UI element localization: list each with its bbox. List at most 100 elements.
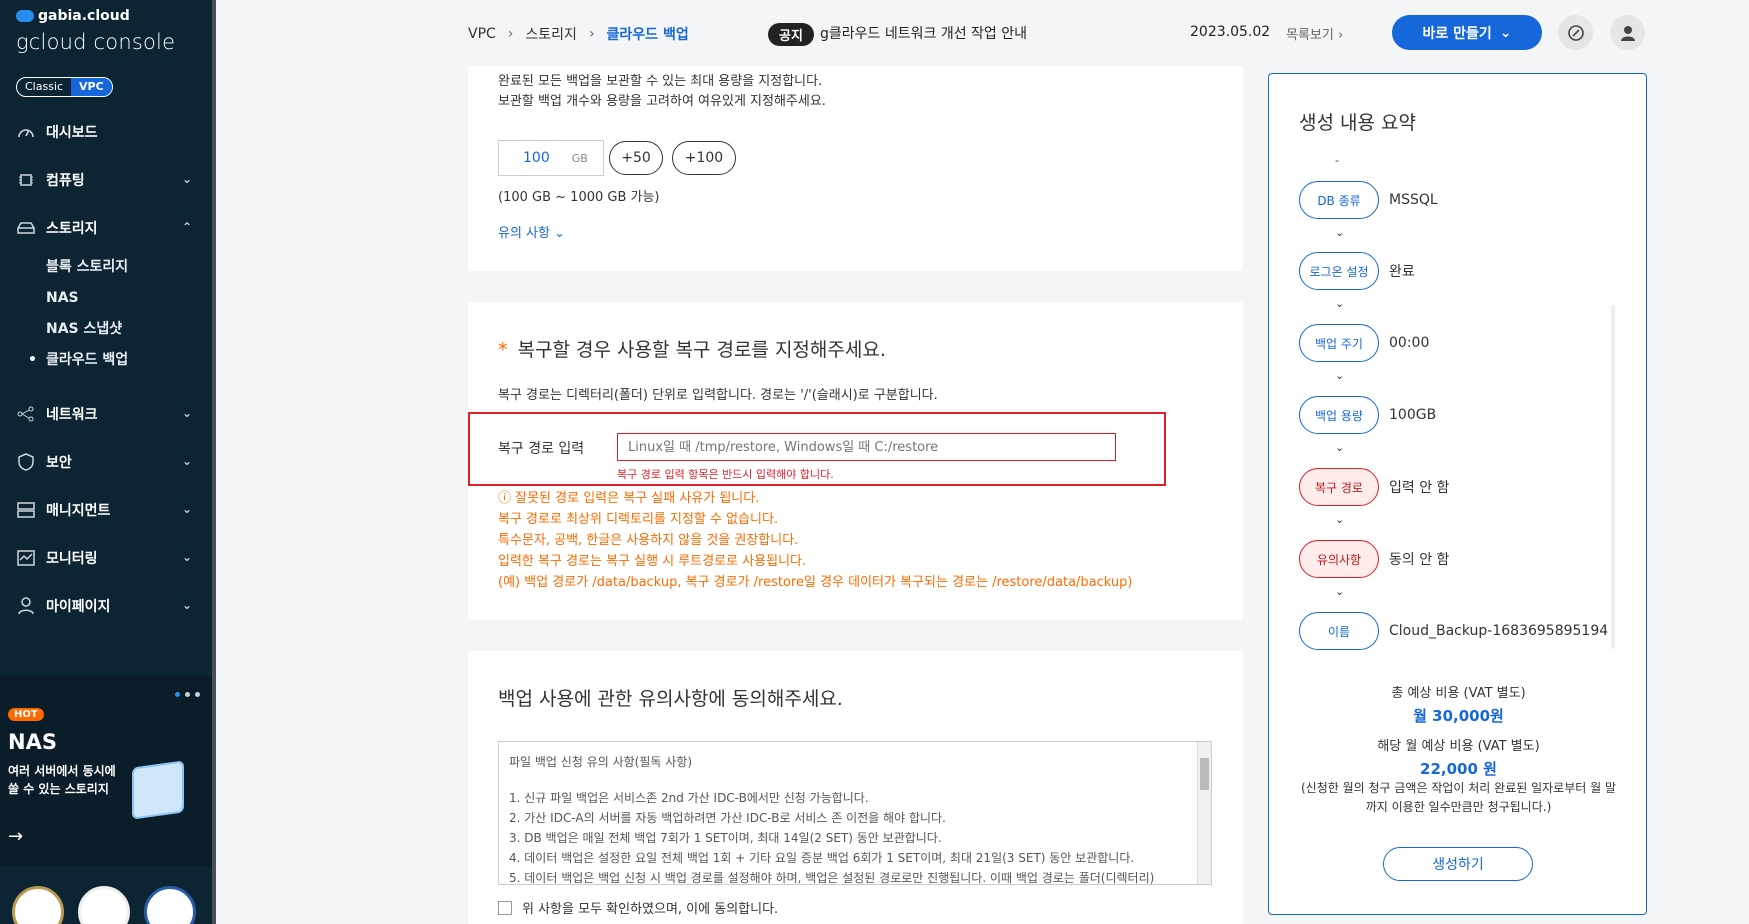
sidebar-item-security[interactable]: 보안 ⌄ xyxy=(0,438,212,486)
summary-chip[interactable]: 유의사항 xyxy=(1299,540,1379,578)
sidebar-item-mypage[interactable]: 마이페이지 ⌄ xyxy=(0,582,212,630)
chevron-down-icon: ⌄ xyxy=(181,502,192,516)
capacity-input[interactable]: 100 GB xyxy=(498,140,604,176)
sidebar-item-label: 컴퓨팅 xyxy=(46,173,85,189)
summary-value: 입력 안 함 xyxy=(1389,480,1450,496)
summary-row-restore-path: 복구 경로 입력 안 함 xyxy=(1299,468,1449,506)
terms-agree[interactable]: 위 사항을 모두 확인하였으며, 이에 동의합니다. xyxy=(498,898,778,917)
notice-list-link[interactable]: 목록보기 › xyxy=(1286,24,1343,43)
promo-banner[interactable]: HOT NAS 여러 서버에서 동시에 쓸 수 있는 스토리지 → xyxy=(0,676,212,866)
sidebar-sub-block-storage[interactable]: 블록 스토리지 xyxy=(0,252,212,283)
network-icon xyxy=(16,405,36,423)
sidebar-item-computing[interactable]: 컴퓨팅 ⌄ xyxy=(0,156,212,204)
cert-badge-icon xyxy=(12,886,64,924)
cost-note-text: (신청한 월의 청구 금액은 작업이 처리 완료된 일자로부터 월 말까지 이용… xyxy=(1300,781,1616,814)
breadcrumb-vpc[interactable]: VPC xyxy=(468,26,496,42)
breadcrumb-sep-icon: › xyxy=(507,26,514,42)
user-icon xyxy=(16,597,36,615)
sidebar-item-label: 대시보드 xyxy=(46,125,98,141)
management-icon xyxy=(16,501,36,519)
summary-row-db-type: DB 종류 MSSQL xyxy=(1299,181,1438,219)
chevron-down-icon: ⌄ xyxy=(1335,369,1345,382)
chevron-down-icon: ⌄ xyxy=(181,172,192,186)
dashboard-icon xyxy=(16,123,36,141)
profile-button[interactable] xyxy=(1610,15,1645,50)
terms-line: 1. 신규 파일 백업은 서비스존 2nd 가산 IDC-B에서만 신청 가능합… xyxy=(509,791,869,805)
chevron-down-icon: ⌄ xyxy=(1335,226,1345,239)
restore-path-input[interactable] xyxy=(617,433,1116,461)
sidebar-item-label: 매니지먼트 xyxy=(46,503,111,519)
chat-button[interactable] xyxy=(1558,15,1593,50)
notice-text[interactable]: g클라우드 네트워크 개선 작업 안내 xyxy=(820,23,1027,43)
capacity-card: 완료된 모든 백업을 보관할 수 있는 최대 용량을 지정합니다. 보관할 백업… xyxy=(468,66,1243,271)
mode-vpc[interactable]: VPC xyxy=(71,78,112,96)
create-button[interactable]: 생성하기 xyxy=(1383,847,1533,881)
restore-title-text: 복구할 경우 사용할 복구 경로를 지정해주세요. xyxy=(517,339,886,361)
agree-checkbox[interactable] xyxy=(498,900,512,915)
sidebar-item-management[interactable]: 매니지먼트 ⌄ xyxy=(0,486,212,534)
summary-value: 완료 xyxy=(1389,264,1415,280)
sidebar-sub-nas[interactable]: NAS xyxy=(0,283,212,314)
summary-panel: 생성 내용 요약 - DB 종류 MSSQL ⌄ 로그온 설정 완료 ⌄ 백업 … xyxy=(1268,73,1647,915)
sidebar-item-label: 마이페이지 xyxy=(46,599,111,615)
csap-badge-icon xyxy=(144,886,196,924)
chevron-down-icon: ⌄ xyxy=(1335,441,1345,454)
capacity-notes-link[interactable]: 유의 사항 ⌄ xyxy=(498,222,565,241)
summary-chip[interactable]: 복구 경로 xyxy=(1299,468,1379,506)
brand-small: gabia.cloud xyxy=(38,8,130,24)
quick-create-label: 바로 만들기 xyxy=(1422,25,1492,42)
summary-scrollbar[interactable] xyxy=(1611,305,1615,649)
arrow-right-icon[interactable]: → xyxy=(8,826,23,847)
scroll-thumb[interactable] xyxy=(1200,758,1209,790)
add-50-button[interactable]: +50 xyxy=(609,141,663,175)
summary-row-terms: 유의사항 동의 안 함 xyxy=(1299,540,1449,578)
sidebar-item-storage[interactable]: 스토리지 ⌃ xyxy=(0,204,212,252)
restore-path-label: 복구 경로 입력 xyxy=(498,441,585,457)
chevron-down-icon: ⌄ xyxy=(181,550,192,564)
breadcrumb-storage[interactable]: 스토리지 xyxy=(525,24,577,44)
sidebar-sub-nas-snapshot[interactable]: NAS 스냅샷 xyxy=(0,314,212,345)
sidebar-item-network[interactable]: 네트워크 ⌄ xyxy=(0,390,212,438)
warning-line: 복구 경로로 최상위 디렉토리를 지정할 수 없습니다. xyxy=(498,512,779,527)
sidebar-scrollbar[interactable] xyxy=(212,0,216,924)
summary-chip[interactable]: 이름 xyxy=(1299,612,1379,650)
sidebar-sub-cloud-backup[interactable]: 클라우드 백업 xyxy=(0,345,212,376)
terms-line: 5. 데이터 백업은 백업 신청 시 백업 경로를 설정해야 하며, 백업은 설… xyxy=(509,871,1155,885)
required-mark: * xyxy=(498,339,508,361)
total-cost: 총 예상 비용 (VAT 별도) 월 30,000원 xyxy=(1269,682,1648,726)
summary-chip[interactable]: 백업 주기 xyxy=(1299,324,1379,362)
warning-line: 입력한 복구 경로는 복구 실행 시 루트경로로 사용됩니다. xyxy=(498,554,807,569)
carousel-dot[interactable] xyxy=(195,692,200,697)
promo-desc: 여러 서버에서 동시에 쓸 수 있는 스토리지 xyxy=(8,764,116,796)
brand-logo[interactable]: gabia.cloud xyxy=(16,8,130,24)
brand-title[interactable]: gcloud console xyxy=(16,30,175,54)
mode-classic[interactable]: Classic xyxy=(17,78,71,96)
terms-card: 백업 사용에 관한 유의사항에 동의해주세요. 파일 백업 신청 유의 사항(필… xyxy=(468,651,1243,924)
carousel-dot[interactable] xyxy=(175,692,180,697)
breadcrumb: VPC › 스토리지 › 클라우드 백업 xyxy=(468,24,689,44)
cloud-service-badge-icon xyxy=(78,886,130,924)
monitor-icon xyxy=(16,549,36,567)
notice-tag: 공지 xyxy=(768,23,814,46)
terms-scrollbar[interactable] xyxy=(1197,742,1211,884)
mode-toggle: Classic VPC xyxy=(16,77,113,97)
capacity-value: 100 xyxy=(523,150,550,166)
breadcrumb-sep-icon: › xyxy=(588,26,595,42)
storage-icon xyxy=(16,219,36,237)
carousel-dot[interactable] xyxy=(185,692,190,697)
terms-line: 3. DB 백업은 매일 전체 백업 7회가 1 SET이며, 최대 14일(2… xyxy=(509,831,942,845)
summary-chip[interactable]: 백업 용량 xyxy=(1299,396,1379,434)
summary-chip[interactable]: DB 종류 xyxy=(1299,181,1379,219)
sidebar-item-monitoring[interactable]: 모니터링 ⌄ xyxy=(0,534,212,582)
terms-line: 파일 백업 신청 유의 사항(필독 사항) xyxy=(509,755,692,769)
sidebar-item-label: 네트워크 xyxy=(46,407,98,423)
quick-create-button[interactable]: 바로 만들기 ⌄ xyxy=(1392,15,1542,50)
summary-chip[interactable]: 로그온 설정 xyxy=(1299,252,1379,290)
terms-textbox[interactable]: 파일 백업 신청 유의 사항(필독 사항) 1. 신규 파일 백업은 서비스존 … xyxy=(498,741,1212,885)
sidebar-item-dashboard[interactable]: 대시보드 xyxy=(0,108,212,156)
notice-date: 2023.05.02 xyxy=(1190,24,1271,40)
add-100-button[interactable]: +100 xyxy=(672,141,736,175)
certification-badges xyxy=(12,886,196,924)
sidebar-item-label: 모니터링 xyxy=(46,551,98,567)
warning-line: 특수문자, 공백, 한글은 사용하지 않을 것을 권장합니다. xyxy=(498,533,799,548)
